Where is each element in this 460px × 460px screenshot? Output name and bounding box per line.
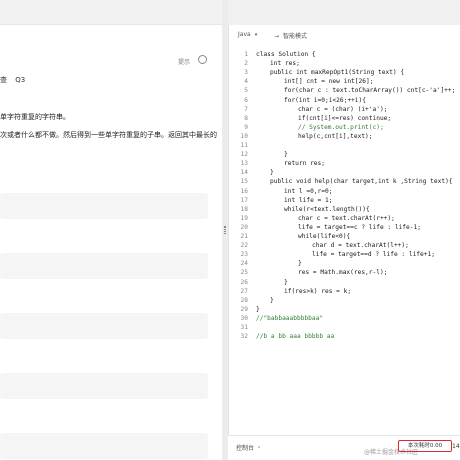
- line-number: 16: [240, 187, 248, 195]
- line-number: 15: [240, 178, 248, 186]
- run-result-value: 14: [452, 443, 460, 450]
- line-number: 30: [240, 314, 248, 322]
- line-code: // System.out.print(c);: [298, 123, 384, 131]
- console-label: 控制台: [236, 445, 255, 452]
- line-code: public int maxRepOpt1(String text) {: [270, 69, 405, 77]
- line-number: 4: [244, 78, 248, 86]
- line-code: help(c,cnt[i],text);: [298, 132, 373, 140]
- line-code: if(res>k) res = k;: [284, 287, 352, 295]
- example-card: [0, 253, 208, 279]
- line-code: int l =0,r=0;: [284, 187, 333, 195]
- line-code: life = target==d ? life : life+1;: [312, 251, 435, 259]
- line-number: 10: [240, 132, 248, 140]
- line-code: int life = 1;: [284, 196, 333, 204]
- language-label: Java: [238, 31, 251, 38]
- line-code: life = target==c ? life : life-1;: [298, 223, 421, 231]
- line-number: 13: [240, 160, 248, 168]
- line-code: //"babbaaabbbbbaa": [256, 314, 324, 322]
- line-code: while(r<text.length()){: [284, 205, 370, 213]
- line-number: 20: [240, 223, 248, 231]
- language-selector[interactable]: Java ▾: [238, 31, 257, 38]
- meta-item: 查: [0, 76, 7, 84]
- line-number: 26: [240, 278, 248, 286]
- line-code: while(life<0){: [298, 233, 351, 240]
- example-card: [0, 433, 208, 459]
- line-number: 3: [244, 69, 248, 77]
- line-code: if(cnt[i]<=res) continue;: [298, 114, 392, 122]
- line-number: 1: [244, 51, 248, 58]
- example-card: [0, 193, 208, 219]
- hint-link[interactable]: 提示: [178, 57, 190, 66]
- divider: [0, 24, 222, 25]
- problem-panel: 提示 查 Q3 单字符重复的字符串。 次或者什么都不做。然后得到一些单字符重复的…: [0, 0, 222, 460]
- info-icon[interactable]: [198, 55, 207, 64]
- line-number: 11: [240, 142, 248, 149]
- line-code: }: [298, 260, 302, 268]
- run-result-badge: 本次耗时0.00: [398, 440, 452, 452]
- line-code: char d = text.charAt(l++);: [312, 242, 409, 250]
- line-number: 12: [240, 151, 248, 159]
- line-number: 18: [240, 205, 248, 213]
- line-code: return res;: [284, 160, 325, 168]
- line-number: 8: [244, 114, 248, 122]
- line-number: 23: [240, 251, 248, 259]
- line-number: 32: [240, 333, 248, 341]
- line-number: 7: [244, 105, 248, 113]
- line-code: }: [270, 169, 274, 177]
- line-code: char c = (char) (i+'a');: [298, 105, 388, 113]
- line-code: char c = text.charAt(r++);: [298, 214, 395, 222]
- line-number: 17: [240, 196, 248, 204]
- line-code: int[] cnt = new int[26];: [284, 78, 374, 86]
- console-toggle[interactable]: 控制台 ⌃: [236, 443, 261, 452]
- smart-mode-toggle[interactable]: → 智能模式: [274, 31, 307, 40]
- line-code: }: [270, 296, 274, 304]
- line-number: 19: [240, 214, 248, 222]
- line-code: class Solution {: [256, 51, 316, 58]
- line-number: 31: [240, 324, 248, 331]
- line-code: for(int i=0;i<26;++i){: [284, 96, 366, 104]
- line-number: 2: [244, 60, 248, 68]
- line-number: 29: [240, 305, 248, 313]
- meta-item: Q3: [15, 76, 26, 84]
- problem-meta: 查 Q3: [0, 75, 31, 85]
- line-code: //b a bb aaa bbbbb aa: [256, 333, 335, 341]
- line-number: 6: [244, 96, 248, 104]
- line-code: }: [284, 151, 288, 159]
- line-number: 5: [244, 87, 248, 95]
- line-number: 22: [240, 242, 248, 250]
- problem-tab-strip: [0, 0, 222, 24]
- arrow-right-icon: →: [274, 33, 280, 40]
- line-code: }: [284, 278, 288, 286]
- editor-toolbar: Java ▾ → 智能模式: [228, 25, 460, 45]
- line-code: int res;: [270, 60, 300, 68]
- line-number: 27: [240, 287, 248, 295]
- line-number: 24: [240, 260, 248, 268]
- line-number: 21: [240, 233, 248, 240]
- line-code: public void help(char target,int k ,Stri…: [270, 178, 453, 186]
- line-code: }: [256, 305, 260, 313]
- bottom-bar: 控制台 ⌃ @稀土掘金技术社区 本次耗时0.00 14: [228, 435, 460, 460]
- line-number: 14: [240, 169, 248, 177]
- description-line: 单字符重复的字符串。: [0, 113, 70, 121]
- example-card: [0, 373, 208, 399]
- code-editor[interactable]: 1 class Solution { 2 int res; 3 public int ma…: [228, 45, 460, 345]
- line-code: for(char c : text.toCharArray()) cnt[c-'…: [284, 87, 456, 95]
- line-number: 28: [240, 296, 248, 304]
- line-code: res = Math.max(res,r-l);: [298, 269, 388, 277]
- chevron-up-icon: ⌃: [257, 446, 262, 452]
- splitter-handle[interactable]: [224, 226, 226, 234]
- example-card: [0, 313, 208, 339]
- line-number: 25: [240, 269, 248, 277]
- line-number: 9: [244, 123, 248, 131]
- description-line: 次或者什么都不做。然后得到一些单字符重复的子串。返回其中最长的: [0, 131, 217, 139]
- smart-mode-label: 智能模式: [283, 33, 308, 40]
- chevron-down-icon: ▾: [254, 32, 258, 38]
